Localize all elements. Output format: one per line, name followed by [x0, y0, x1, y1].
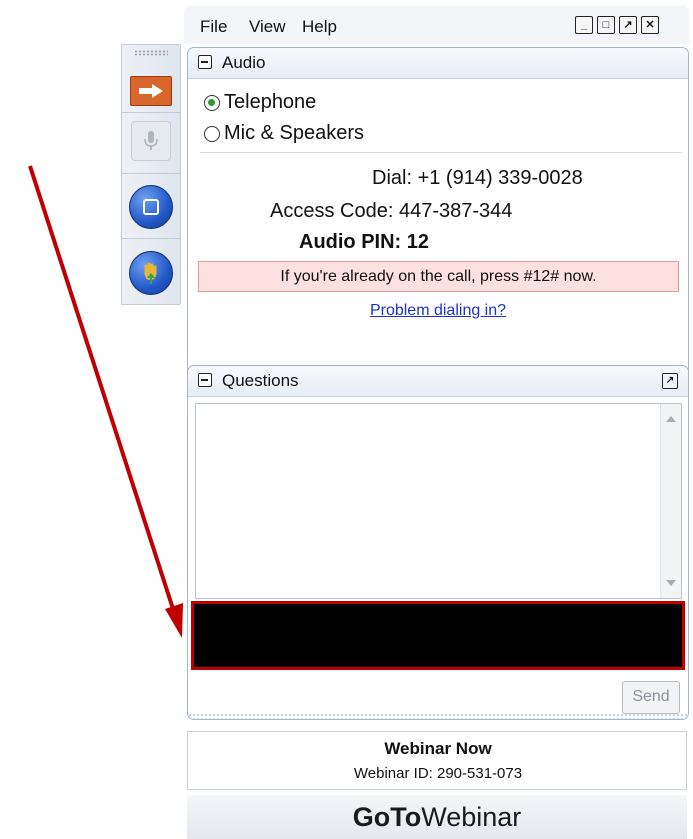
- webinar-info: Webinar Now Webinar ID: 290-531-073: [187, 731, 687, 790]
- audio-panel: Audio Telephone Mic & Speakers Dial: +1 …: [187, 47, 689, 382]
- scrollbar[interactable]: [660, 404, 681, 598]
- telephone-label: Telephone: [224, 91, 317, 113]
- webinar-id: Webinar ID: 290-531-073: [353, 765, 523, 782]
- close-icon[interactable]: ✕: [641, 16, 659, 34]
- send-button[interactable]: Send: [622, 681, 680, 714]
- mic-speakers-option[interactable]: Mic & Speakers: [204, 122, 364, 145]
- restore-icon[interactable]: □: [597, 16, 615, 34]
- menu-view[interactable]: View: [249, 17, 286, 37]
- logo-goto: GoTo: [352, 802, 422, 832]
- access-code: Access Code: 447-387-344: [270, 200, 513, 222]
- gotowebinar-logo: GoToWebinar: [187, 795, 687, 839]
- menu-file[interactable]: File: [200, 17, 227, 37]
- webinar-title: Webinar Now: [384, 739, 492, 758]
- questions-panel: Questions ↗ Send: [187, 365, 689, 720]
- questions-panel-header[interactable]: Questions ↗: [188, 366, 688, 397]
- microphone-icon[interactable]: [131, 121, 171, 161]
- menu-help[interactable]: Help: [302, 17, 337, 37]
- questions-title: Questions: [222, 371, 299, 390]
- menu-bar: File View Help _ □ ↗ ✕: [184, 6, 689, 44]
- scroll-down-icon[interactable]: [666, 580, 676, 586]
- call-note: If you're already on the call, press #12…: [198, 261, 679, 292]
- divider: [200, 152, 682, 153]
- questions-log[interactable]: [195, 403, 682, 599]
- mic-speakers-label: Mic & Speakers: [224, 122, 365, 144]
- show-hide-arrow-icon[interactable]: [130, 76, 172, 106]
- audio-panel-header[interactable]: Audio: [188, 48, 688, 79]
- popout-icon[interactable]: ↗: [619, 16, 637, 34]
- screen-icon[interactable]: [129, 185, 173, 229]
- radio-icon[interactable]: [204, 125, 220, 142]
- scroll-up-icon[interactable]: [666, 416, 676, 422]
- radio-selected-icon[interactable]: [204, 94, 220, 111]
- logo-webinar: Webinar: [421, 802, 522, 832]
- telephone-option[interactable]: Telephone: [204, 91, 316, 114]
- problem-dialing-link[interactable]: Problem dialing in?: [188, 302, 688, 320]
- audio-title: Audio: [222, 53, 266, 72]
- redacted-question-input[interactable]: [191, 601, 685, 670]
- popout-icon[interactable]: ↗: [662, 373, 678, 389]
- audio-pin: Audio PIN: 12: [299, 231, 430, 253]
- grab-handle-icon[interactable]: [134, 50, 168, 56]
- dial-number: Dial: +1 (914) 339-0028: [372, 167, 583, 189]
- control-toolbar: [121, 44, 181, 305]
- raise-hand-icon[interactable]: [129, 251, 173, 295]
- collapse-icon[interactable]: [198, 55, 212, 69]
- minimize-icon[interactable]: _: [575, 16, 593, 34]
- collapse-icon[interactable]: [198, 373, 212, 387]
- resize-grip[interactable]: [188, 713, 688, 719]
